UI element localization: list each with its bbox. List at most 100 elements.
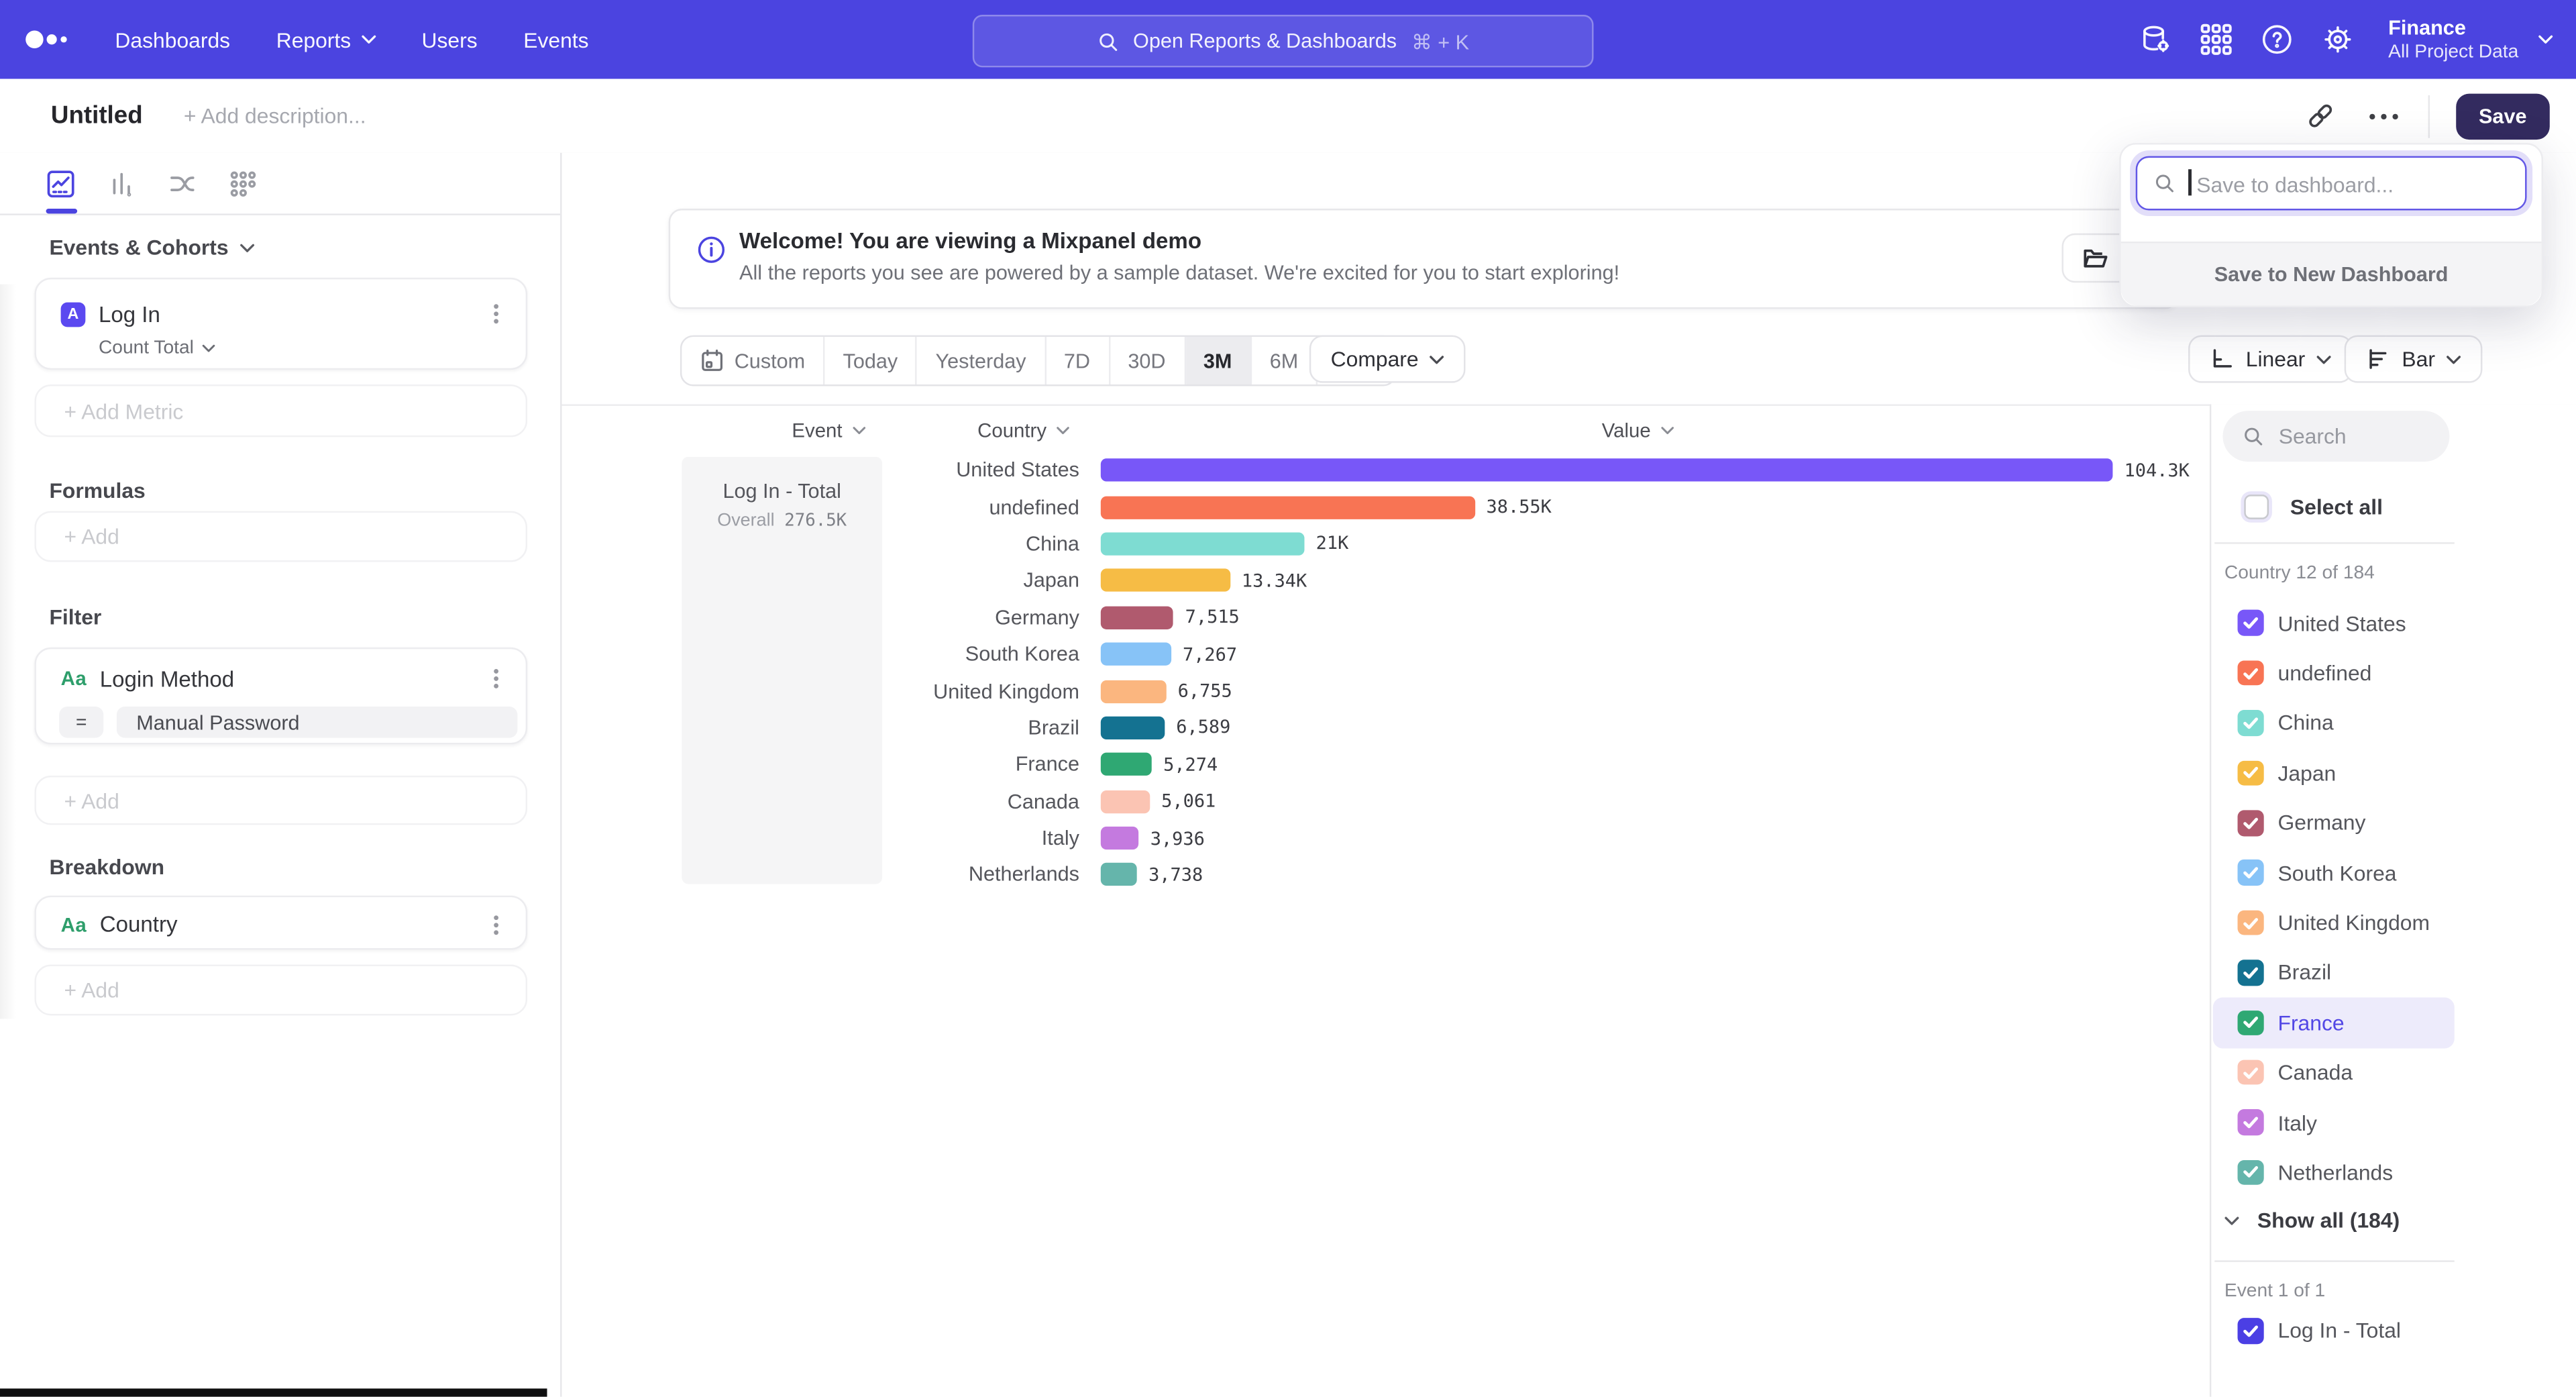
country-row-canada[interactable]: Canada: [2213, 1047, 2455, 1097]
country-row-south-korea[interactable]: South Korea: [2213, 848, 2455, 898]
panel-search[interactable]: [2222, 411, 2449, 462]
filter-value-selector[interactable]: Manual Password: [117, 707, 518, 738]
bar-china[interactable]: [1101, 532, 1305, 555]
add-description-button[interactable]: + Add description...: [184, 103, 366, 128]
add-breakdown-button[interactable]: + Add: [34, 965, 527, 1016]
country-row-japan[interactable]: Japan: [2213, 748, 2455, 798]
checkbox-italy[interactable]: [2238, 1110, 2263, 1135]
select-all-row[interactable]: Select all: [2222, 495, 2382, 519]
metric-name[interactable]: Log In: [99, 301, 486, 326]
save-button[interactable]: Save: [2456, 93, 2550, 139]
dashboard-search-field[interactable]: [2136, 156, 2527, 211]
bar-united-states[interactable]: [1101, 459, 2113, 482]
filter-card[interactable]: Aa Login Method = Manual Password: [34, 648, 527, 744]
bar-united-kingdom[interactable]: [1101, 680, 1167, 703]
checkbox-germany[interactable]: [2238, 810, 2263, 835]
bar-italy[interactable]: [1101, 827, 1139, 849]
bar-japan[interactable]: [1101, 569, 1230, 592]
nav-item-users[interactable]: Users: [422, 27, 478, 52]
more-menu-button[interactable]: [2365, 98, 2402, 134]
bar-france[interactable]: [1101, 753, 1152, 776]
country-row-united-states[interactable]: United States: [2213, 598, 2455, 648]
country-row-china[interactable]: China: [2213, 698, 2455, 747]
range-yesterday[interactable]: Yesterday: [918, 337, 1046, 384]
event-total-cell[interactable]: Log In - Total Overall 276.5K: [682, 457, 882, 884]
country-row-undefined[interactable]: undefined: [2213, 648, 2455, 698]
bar-south-korea[interactable]: [1101, 643, 1171, 666]
bar-value: 6,755: [1178, 680, 1232, 702]
compare-button[interactable]: Compare: [1309, 335, 1466, 383]
range-30d[interactable]: 30D: [1110, 337, 1185, 384]
chart-type-selector-button[interactable]: Bar: [2345, 335, 2483, 383]
filter-operator-selector[interactable]: =: [59, 707, 103, 738]
kebab-menu-icon[interactable]: [486, 303, 506, 325]
checkbox-united-kingdom[interactable]: [2238, 910, 2263, 935]
nav-item-dashboards[interactable]: Dashboards: [115, 27, 230, 52]
apps-grid-icon[interactable]: [2200, 23, 2233, 56]
filter-property-name[interactable]: Login Method: [100, 666, 486, 691]
chevron-down-icon: [1057, 425, 1070, 435]
show-all-button[interactable]: Show all (184): [2224, 1208, 2400, 1233]
tab-insights-icon[interactable]: [46, 168, 76, 198]
data-management-icon[interactable]: [2139, 23, 2171, 56]
checkbox-undefined[interactable]: [2238, 660, 2263, 686]
checkbox-south-korea[interactable]: [2238, 860, 2263, 886]
bar-netherlands[interactable]: [1101, 864, 1137, 886]
checkbox-china[interactable]: [2238, 710, 2263, 735]
tab-retention-icon[interactable]: [228, 168, 258, 198]
column-header-value[interactable]: Value: [1602, 419, 1674, 442]
checkbox-japan[interactable]: [2238, 760, 2263, 786]
bar-brazil[interactable]: [1101, 717, 1165, 739]
events-section-header[interactable]: Events & Cohorts: [49, 235, 254, 260]
breakdown-property-name[interactable]: Country: [100, 912, 486, 937]
bar-undefined[interactable]: [1101, 496, 1475, 519]
country-row-france[interactable]: France: [2213, 998, 2455, 1047]
metric-card[interactable]: A Log In Count Total: [34, 278, 527, 370]
panel-search-input[interactable]: [2275, 422, 2438, 450]
column-header-event[interactable]: Event: [792, 419, 865, 442]
country-row-united-kingdom[interactable]: United Kingdom: [2213, 898, 2455, 947]
range-7d[interactable]: 7D: [1046, 337, 1110, 384]
add-filter-button[interactable]: + Add: [34, 776, 527, 825]
checkbox-brazil[interactable]: [2238, 960, 2263, 986]
range-6m[interactable]: 6M: [1252, 337, 1318, 384]
country-row-netherlands[interactable]: Netherlands: [2213, 1147, 2455, 1197]
column-header-country[interactable]: Country: [977, 419, 1069, 442]
breakdown-card[interactable]: Aa Country: [34, 896, 527, 950]
save-to-dashboard-input[interactable]: [2193, 158, 2512, 212]
kebab-menu-icon[interactable]: [486, 667, 506, 690]
checkbox-canada[interactable]: [2238, 1059, 2263, 1085]
mixpanel-logo[interactable]: [23, 25, 75, 54]
add-formula-button[interactable]: + Add: [34, 511, 527, 562]
date-range-control: CustomTodayYesterday7D30D3M6M12M: [680, 335, 1396, 386]
copy-link-button[interactable]: [2303, 98, 2339, 134]
report-title[interactable]: Untitled: [51, 102, 143, 130]
tab-funnels-icon[interactable]: [107, 168, 136, 198]
add-metric-button[interactable]: + Add Metric: [34, 384, 527, 437]
range-custom[interactable]: Custom: [682, 337, 824, 384]
bar-canada[interactable]: [1101, 790, 1150, 813]
checkbox-netherlands[interactable]: [2238, 1159, 2263, 1185]
kebab-menu-icon[interactable]: [486, 913, 506, 935]
country-row-italy[interactable]: Italy: [2213, 1098, 2455, 1147]
nav-item-reports[interactable]: Reports: [276, 27, 376, 52]
project-switcher[interactable]: Finance All Project Data: [2388, 15, 2553, 63]
nav-item-events[interactable]: Events: [523, 27, 588, 52]
global-search-button[interactable]: Open Reports & Dashboards ⌘ + K: [973, 15, 1594, 67]
tab-flows-icon[interactable]: [168, 168, 197, 198]
select-all-checkbox[interactable]: [2244, 495, 2269, 519]
event-checkbox[interactable]: [2238, 1318, 2263, 1343]
country-row-germany[interactable]: Germany: [2213, 798, 2455, 847]
country-row-brazil[interactable]: Brazil: [2213, 947, 2455, 997]
metric-aggregation-selector[interactable]: Count Total: [99, 338, 526, 358]
settings-gear-icon[interactable]: [2321, 23, 2354, 56]
help-icon[interactable]: [2260, 23, 2293, 56]
checkbox-united-states[interactable]: [2238, 611, 2263, 636]
event-legend-row[interactable]: Log In - Total: [2222, 1318, 2401, 1343]
range-3m[interactable]: 3M: [1185, 337, 1252, 384]
range-today[interactable]: Today: [825, 337, 918, 384]
save-to-new-dashboard-button[interactable]: Save to New Dashboard: [2121, 242, 2542, 306]
scale-selector-button[interactable]: Linear: [2188, 335, 2353, 383]
checkbox-france[interactable]: [2238, 1010, 2263, 1035]
bar-germany[interactable]: [1101, 606, 1174, 629]
